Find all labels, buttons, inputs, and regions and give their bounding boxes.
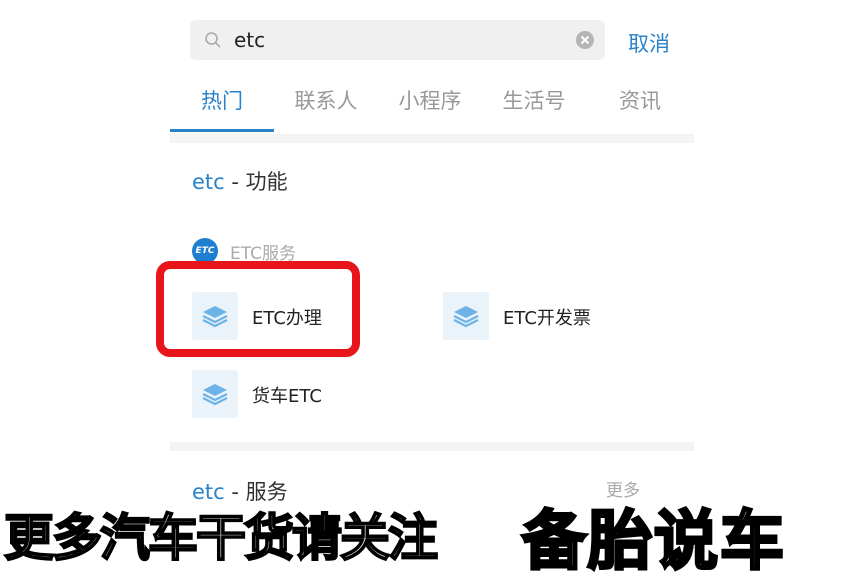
active-tab-indicator bbox=[170, 129, 274, 132]
section-divider bbox=[170, 442, 694, 451]
caption-text: 更多汽车干货请关注 bbox=[3, 508, 439, 568]
section-keyword: etc bbox=[192, 170, 225, 194]
function-item-label: 货车ETC bbox=[252, 386, 322, 407]
tab-news[interactable]: 资讯 bbox=[586, 82, 694, 132]
tab-mini-programs[interactable]: 小程序 bbox=[378, 82, 482, 132]
function-item-label: ETC开发票 bbox=[503, 308, 591, 329]
tab-bar: 热门 联系人 小程序 生活号 资讯 bbox=[170, 82, 694, 132]
layers-icon bbox=[443, 292, 489, 340]
caption-overlay: 更多汽车干货请关注 备胎说车 bbox=[0, 494, 852, 581]
section-divider bbox=[170, 134, 694, 143]
section-title-suffix: - 功能 bbox=[224, 170, 288, 194]
function-section-title: etc - 功能 bbox=[192, 166, 288, 196]
caption-brand: 备胎说车 bbox=[521, 504, 786, 581]
tab-life-accounts[interactable]: 生活号 bbox=[482, 82, 586, 132]
search-bar[interactable]: etc bbox=[190, 20, 605, 60]
cancel-button[interactable]: 取消 bbox=[628, 28, 670, 58]
search-input[interactable]: etc bbox=[234, 20, 265, 60]
highlight-box bbox=[156, 261, 360, 357]
layers-icon bbox=[192, 370, 238, 418]
tab-hot[interactable]: 热门 bbox=[170, 82, 274, 132]
search-icon bbox=[204, 31, 222, 53]
tab-contacts[interactable]: 联系人 bbox=[274, 82, 378, 132]
clear-icon[interactable] bbox=[575, 30, 595, 54]
